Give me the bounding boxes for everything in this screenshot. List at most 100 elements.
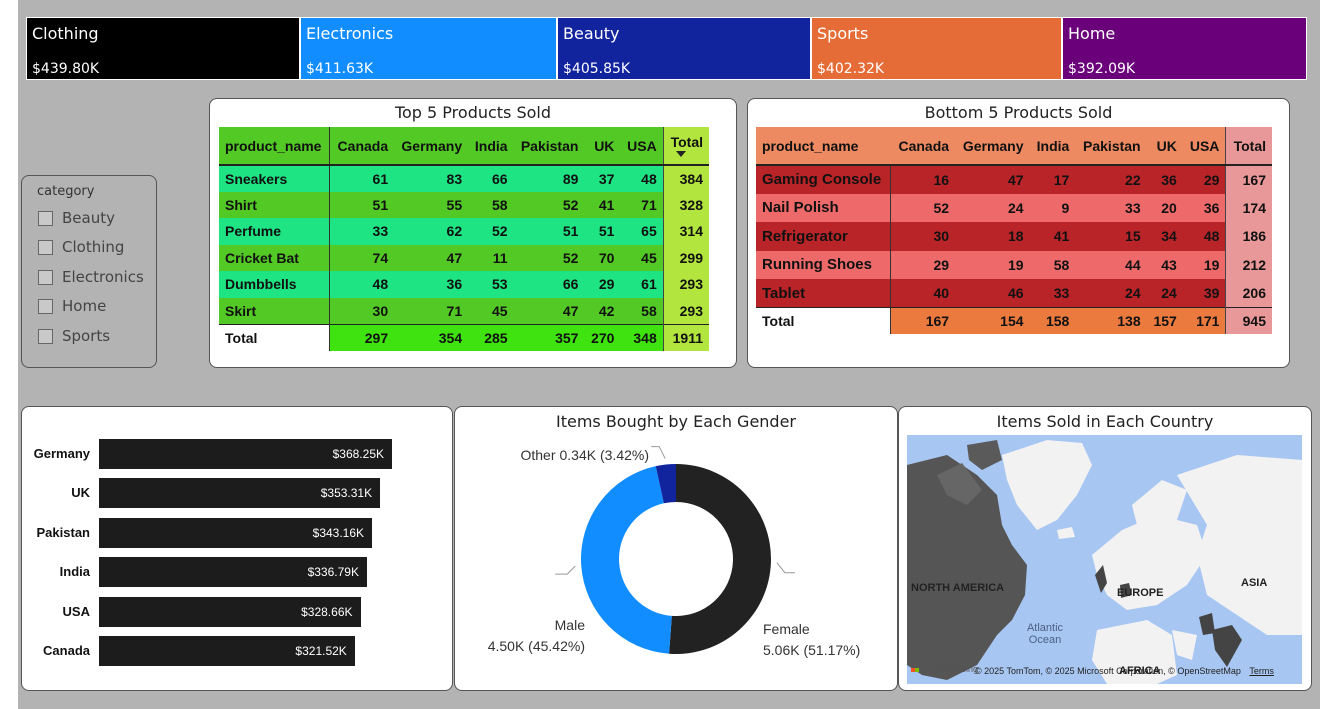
total-cell: 354 [394, 323, 469, 351]
map-label-north-america: NORTH AMERICA [911, 582, 1005, 594]
bar-category-label: India [59, 564, 90, 580]
table-cell: 62 [394, 218, 469, 245]
table-cell: 17 [1029, 165, 1076, 194]
kpi-value: $439.80K [32, 61, 100, 77]
table-cell: 29 [584, 271, 621, 298]
world-map[interactable]: NORTH AMERICA EUROPE ASIA AFRICA Atlanti… [907, 435, 1302, 684]
bar-value-label: $321.52K [295, 644, 347, 658]
table-cell: 41 [584, 191, 621, 218]
column-header[interactable]: Pakistan [1075, 127, 1147, 166]
slicer-option-electronics[interactable]: Electronics [38, 268, 144, 286]
table-cell: 47 [513, 297, 585, 324]
table-cell: 293 [662, 297, 709, 324]
table-cell: 52 [890, 193, 956, 222]
table-row: Nail Polish 52 24 9 33 20 36 174 [756, 193, 1272, 222]
table-cell: 71 [394, 297, 469, 324]
column-header[interactable]: USA [620, 127, 664, 166]
column-header[interactable]: UK [584, 127, 621, 166]
table-cell: 70 [584, 244, 621, 271]
table-cell: Skirt [219, 297, 331, 324]
table-cell: Sneakers [219, 165, 331, 192]
total-row: Total 297 354 285 357 270 348 1911 [219, 323, 709, 351]
map-terms-link[interactable]: Terms [1249, 666, 1274, 676]
total-cell: 270 [584, 323, 621, 351]
bar-germany[interactable]: $368.25K [99, 439, 392, 469]
column-header[interactable]: Canada [329, 127, 395, 166]
donut-leader-line [555, 565, 576, 575]
bar-category-label: UK [71, 485, 90, 501]
total-cell: 138 [1075, 307, 1147, 334]
donut-label-other: Other 0.34K (3.42%) [520, 447, 649, 463]
bar-value-label: $336.79K [307, 565, 359, 580]
table-row: Cricket Bat 74 47 11 52 70 45 299 [219, 244, 709, 271]
slicer-option-clothing[interactable]: Clothing [38, 238, 124, 256]
total-cell: 285 [468, 323, 514, 351]
checkbox[interactable] [38, 328, 53, 344]
bottom-products-panel: Bottom 5 Products Sold product_name Canad… [747, 98, 1290, 368]
donut-slice-female[interactable] [669, 464, 772, 654]
checkbox[interactable] [38, 239, 53, 255]
slicer-option-beauty[interactable]: Beauty [38, 209, 115, 227]
table-cell: 45 [620, 244, 664, 271]
map-attribution: © 2025 TomTom, © 2025 Microsoft Corporat… [975, 666, 1274, 676]
table-cell: 29 [890, 250, 956, 279]
bar-value-label: $328.66K [301, 604, 353, 619]
bar-category-label: USA [62, 603, 90, 619]
bar-canada[interactable]: $321.52K [99, 636, 355, 666]
table-cell: 15 [1075, 222, 1147, 251]
table-row: Perfume 33 62 52 51 51 65 314 [219, 218, 709, 245]
column-header[interactable]: India [1029, 127, 1076, 166]
table-cell: 19 [955, 250, 1030, 279]
checkbox[interactable] [38, 298, 53, 314]
bar-india[interactable]: $336.79K [99, 557, 367, 588]
table-cell: 167 [1225, 165, 1272, 194]
kpi-label: Electronics [306, 24, 394, 43]
table-cell: 41 [1029, 222, 1076, 251]
top-products-panel: Top 5 Products Sold product_name Canada Ge… [209, 98, 737, 368]
table-row: Sneakers 61 83 66 89 37 48 384 [219, 165, 709, 192]
column-header[interactable]: Pakistan [513, 127, 585, 166]
checkbox[interactable] [38, 210, 53, 226]
column-header[interactable]: product_name [219, 127, 331, 166]
slicer-option-sports[interactable]: Sports [38, 327, 110, 345]
donut-slice-male[interactable] [581, 466, 672, 654]
table-cell: 186 [1225, 222, 1272, 251]
table-cell: 36 [1182, 193, 1226, 222]
slicer-option-home[interactable]: Home [38, 297, 106, 315]
table-cell: 33 [1029, 279, 1076, 308]
column-header[interactable]: Canada [890, 127, 956, 166]
column-header[interactable]: UK [1146, 127, 1183, 166]
table-cell: 51 [584, 218, 621, 245]
total-cell: 157 [1146, 307, 1183, 334]
map-landmass [907, 440, 1302, 684]
column-header[interactable]: USA [1182, 127, 1226, 166]
table-cell: 66 [513, 271, 585, 298]
column-header[interactable]: Germany [394, 127, 469, 166]
column-header[interactable]: Total [1225, 127, 1272, 166]
map-label-asia: ASIA [1241, 577, 1268, 589]
header-row: product_name Canada Germany India Pakistan UK… [219, 127, 709, 166]
table-cell: Tablet [756, 279, 892, 308]
table-cell: 71 [620, 191, 664, 218]
column-header[interactable]: Total [662, 127, 709, 166]
table-cell: 48 [620, 165, 664, 192]
column-header[interactable]: Germany [955, 127, 1030, 166]
column-header[interactable]: product_name [756, 127, 891, 166]
checkbox[interactable] [38, 269, 53, 285]
table-cell: 47 [955, 165, 1030, 194]
bar-usa[interactable]: $328.66K [99, 596, 361, 627]
table-cell: 24 [955, 193, 1030, 222]
total-cell: 357 [513, 323, 585, 351]
table-cell: 29 [1182, 165, 1226, 194]
sort-desc-icon[interactable] [675, 151, 686, 157]
table-row: Running Shoes 29 19 58 44 43 19 212 [756, 250, 1272, 279]
total-cell: 154 [955, 307, 1030, 334]
bar-uk[interactable]: $353.31K [99, 478, 381, 509]
table-cell: 61 [620, 271, 664, 298]
table-cell: 48 [329, 271, 395, 298]
bar-pakistan[interactable]: $343.16K [99, 517, 373, 548]
gender-donut-panel: Items Bought by Each Gender Female 5.06K … [454, 406, 898, 691]
table-cell: 16 [890, 165, 956, 194]
table-cell: 314 [662, 218, 709, 245]
column-header[interactable]: India [468, 127, 514, 166]
